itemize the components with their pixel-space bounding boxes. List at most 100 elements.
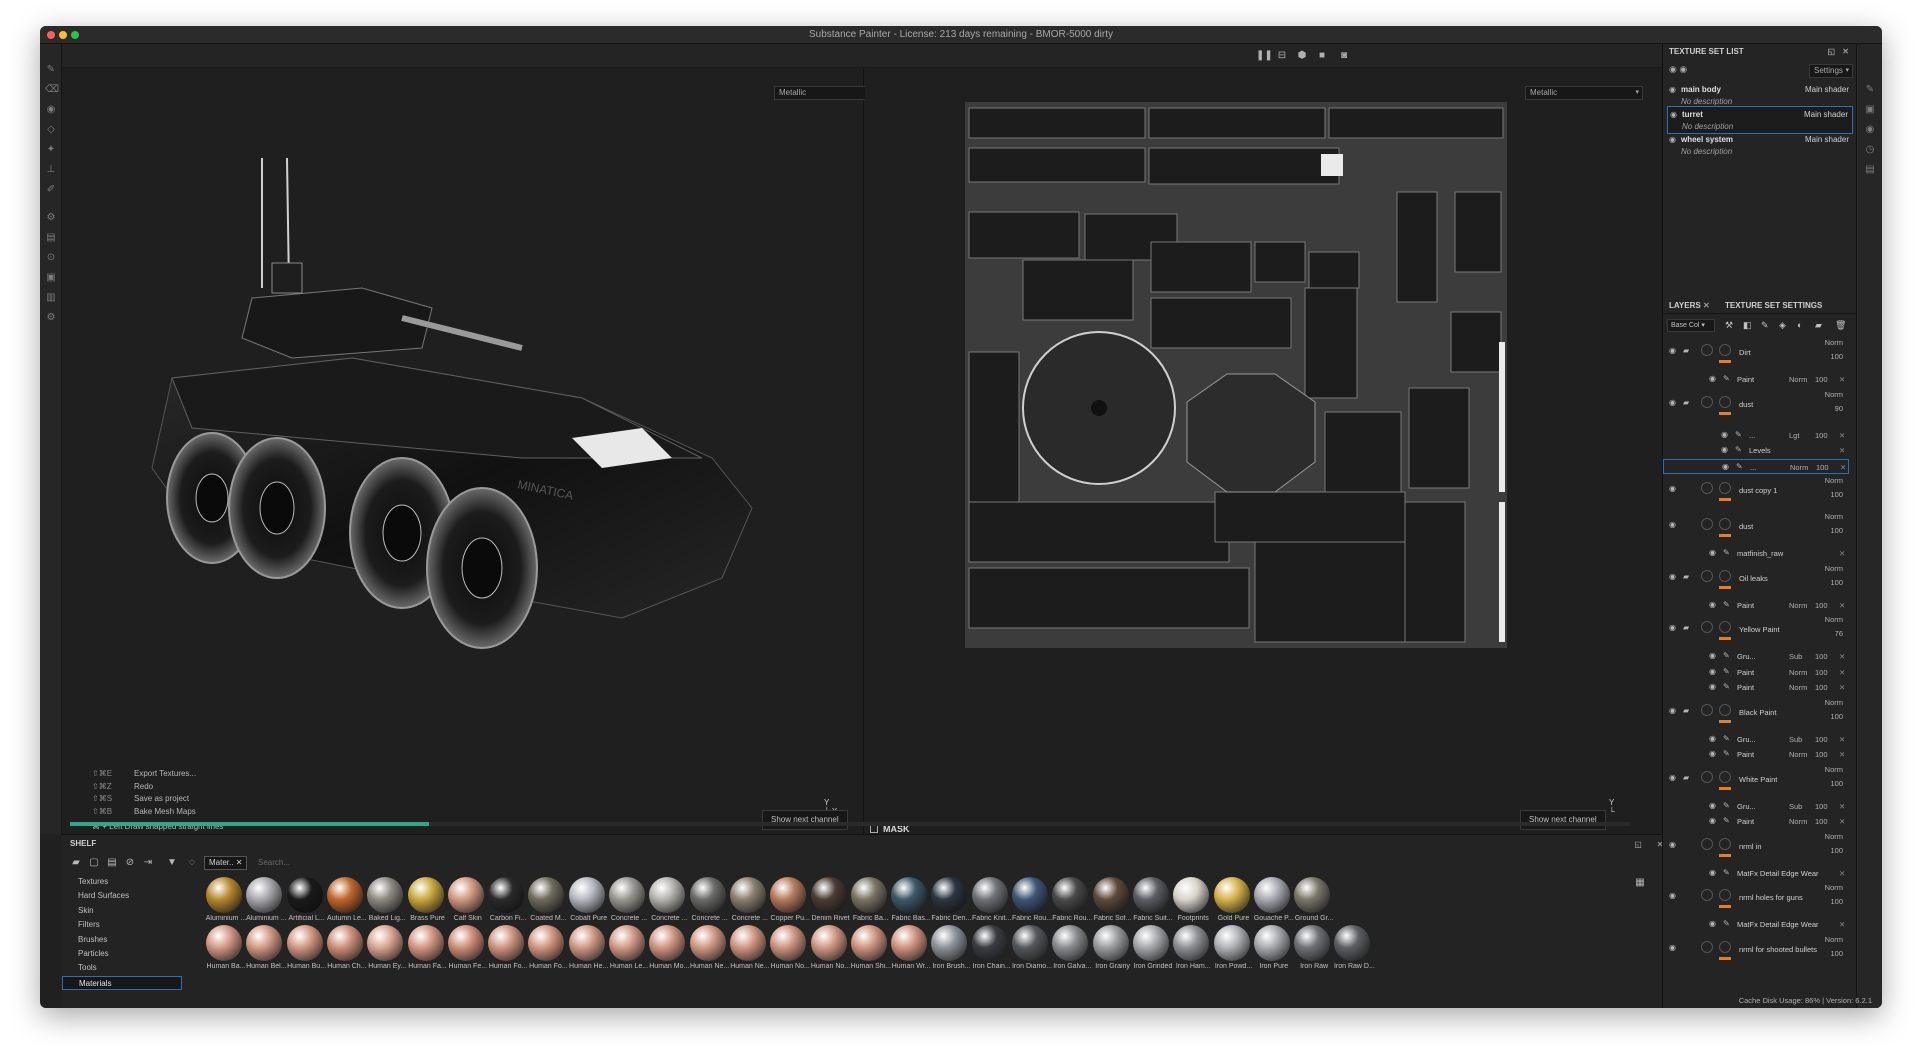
effect-name[interactable]: ... (1749, 431, 1755, 440)
layer-name[interactable]: Oil leaks (1739, 574, 1768, 583)
color-picker-icon[interactable]: ✐ (45, 184, 57, 196)
visibility-icon[interactable]: ◉ ◉ (1669, 64, 1687, 75)
layer-row[interactable]: ◉ ▰ dust Norm 90 (1663, 388, 1849, 428)
effect-blend-mode[interactable]: Sub (1789, 735, 1802, 744)
effect-blend-mode[interactable]: Sub (1789, 652, 1802, 661)
remove-effect-icon[interactable]: ✕ (1839, 549, 1845, 558)
bake-icon[interactable]: ▤ (45, 232, 57, 244)
eye-icon[interactable]: ◉ (1709, 868, 1716, 877)
effect-opacity[interactable]: 100 (1815, 652, 1828, 661)
folder-icon[interactable]: ▰ (1683, 773, 1689, 782)
layer-opacity[interactable]: 100 (1830, 712, 1843, 721)
texture-set-shader[interactable]: Main shader (1804, 110, 1848, 119)
camera-mode-icon[interactable]: ■ (1316, 50, 1328, 62)
uv-texture-map[interactable] (965, 102, 1507, 648)
layer-blend-mode[interactable]: Norm (1825, 883, 1843, 892)
layer-opacity[interactable]: 100 (1830, 897, 1843, 906)
layer-effect-row[interactable]: ◉ ✎ Gru... Sub 100 ✕ (1663, 799, 1849, 815)
effect-name[interactable]: Paint (1737, 817, 1754, 826)
eye-icon[interactable]: ◉ (1709, 749, 1716, 758)
effect-blend-mode[interactable]: Lgt (1789, 431, 1799, 440)
effect-name[interactable]: Levels (1749, 446, 1771, 455)
layer-blend-mode[interactable]: Norm (1825, 832, 1843, 841)
photoshop-icon[interactable]: ▣ (45, 272, 57, 284)
layer-blend-mode[interactable]: Norm (1825, 564, 1843, 573)
add-mask-icon[interactable]: ◧ (1743, 320, 1753, 330)
layer-row[interactable]: ◉ nrml in Norm 100 (1663, 830, 1849, 866)
layer-effect-row[interactable]: ◉ ✎ MatFx Detail Edge Wear ✕ (1663, 917, 1849, 933)
effect-opacity[interactable]: 100 (1815, 817, 1828, 826)
layer-row[interactable]: ◉ nrml holes for guns Norm 100 (1663, 881, 1849, 917)
eye-icon[interactable]: ◉ (1669, 840, 1676, 849)
layer-effect-row[interactable]: ◉ ✎ Paint Norm 100 ✕ (1663, 680, 1849, 696)
layer-opacity[interactable]: 76 (1835, 629, 1843, 638)
paint-brush-icon[interactable]: ✎ (45, 64, 57, 76)
layer-effect-row[interactable]: ◉ ✎ Paint Norm 100 ✕ (1663, 598, 1849, 614)
layer-name[interactable]: dust (1739, 522, 1753, 531)
shelf-icon[interactable]: ▤ (106, 857, 118, 869)
layer-name[interactable]: nrml for shooted bullets (1739, 945, 1817, 954)
close-window-button[interactable] (47, 31, 55, 39)
remove-effect-icon[interactable]: ✕ (1839, 652, 1845, 661)
effect-blend-mode[interactable]: Norm (1789, 750, 1807, 759)
remove-effect-icon[interactable]: ✕ (1839, 817, 1845, 826)
polygon-fill-icon[interactable]: ◇ (45, 124, 57, 136)
add-effect-icon[interactable]: ⚒ (1725, 320, 1735, 330)
material-thumbnail[interactable]: Iron Raw D... (1330, 925, 1378, 981)
shelf-category[interactable]: Hard Surfaces (62, 889, 182, 903)
filter-icon[interactable]: ▼ (166, 857, 178, 869)
shelf-category[interactable]: Skin (62, 904, 182, 918)
eye-icon[interactable]: ◉ (1709, 734, 1716, 743)
effect-name[interactable]: Paint (1737, 750, 1754, 759)
log-icon[interactable]: ▤ (1864, 164, 1876, 176)
folder-icon[interactable]: ▰ (1683, 346, 1689, 355)
minimize-window-button[interactable] (59, 31, 67, 39)
effect-opacity[interactable]: 100 (1815, 750, 1828, 759)
show-next-channel-button-right[interactable]: Show next channel (1520, 810, 1606, 830)
layer-row[interactable]: ◉ ▰ Black Paint Norm 100 (1663, 696, 1849, 732)
import-icon[interactable]: ⇥ (142, 857, 154, 869)
layer-opacity[interactable]: 100 (1830, 352, 1843, 361)
eye-icon[interactable]: ◉ (1669, 484, 1676, 493)
shelf-category[interactable]: Particles (62, 947, 182, 961)
remove-effect-icon[interactable]: ✕ (1839, 735, 1845, 744)
effect-blend-mode[interactable]: Sub (1789, 802, 1802, 811)
remove-effect-icon[interactable]: ✕ (1839, 869, 1845, 878)
effect-blend-mode[interactable]: Norm (1790, 463, 1808, 472)
effect-blend-mode[interactable]: Norm (1789, 668, 1807, 677)
folder-icon[interactable]: ▰ (70, 857, 82, 869)
layer-opacity[interactable]: 100 (1830, 578, 1843, 587)
eye-icon[interactable]: ◉ (1669, 85, 1676, 94)
layer-blend-mode[interactable]: Norm (1825, 512, 1843, 521)
layer-row[interactable]: ◉ ▰ Dirt Norm 100 (1663, 336, 1849, 372)
display-settings-icon[interactable]: ▣ (1864, 104, 1876, 116)
eye-icon[interactable]: ◉ (1709, 600, 1716, 609)
effect-name[interactable]: Gru... (1737, 802, 1756, 811)
folder-icon[interactable]: ▰ (1683, 398, 1689, 407)
screenshot-icon[interactable]: ◙ (1338, 50, 1350, 62)
effect-name[interactable]: Paint (1737, 668, 1754, 677)
layer-row[interactable]: ◉ ▰ Oil leaks Norm 100 (1663, 562, 1849, 598)
remove-effect-icon[interactable]: ✕ (1839, 446, 1845, 455)
layer-effect-row[interactable]: ◉ ✎... Lgt 100 ✕ (1663, 428, 1849, 444)
texture-set-turret[interactable]: ◉ turret Main shader No description (1667, 106, 1853, 134)
effect-name[interactable]: Paint (1737, 375, 1754, 384)
layer-name[interactable]: Yellow Paint (1739, 625, 1780, 634)
float-icon[interactable]: ◱ (1827, 44, 1835, 60)
eye-icon[interactable]: ◉ (1669, 943, 1676, 952)
layer-effect-row[interactable]: ◉ ✎ MatFx Detail Edge Wear ✕ (1663, 866, 1849, 882)
eye-icon[interactable]: ◉ (1669, 346, 1676, 355)
layer-opacity[interactable]: 100 (1830, 949, 1843, 958)
eye-icon[interactable]: ◉ (1669, 398, 1676, 407)
layer-effect-row[interactable]: ◉ ✎ Paint Norm 100 ✕ (1663, 665, 1849, 681)
cube-view-icon[interactable]: ⬢ (1296, 50, 1308, 62)
checkbox-icon[interactable] (870, 825, 878, 833)
layer-effect-row[interactable]: ◉ ✎ Gru... Sub 100 ✕ (1663, 732, 1849, 748)
eye-icon[interactable]: ◉ (1709, 548, 1716, 557)
layer-blend-mode[interactable]: Norm (1825, 615, 1843, 624)
effect-name[interactable]: Gru... (1737, 652, 1756, 661)
add-smart-material-icon[interactable]: ◐ (1797, 320, 1807, 330)
eye-icon[interactable]: ◉ (1721, 430, 1728, 439)
eye-icon[interactable]: ◉ (1709, 816, 1716, 825)
viewport-3d[interactable]: Metallic▾ (62, 68, 892, 834)
